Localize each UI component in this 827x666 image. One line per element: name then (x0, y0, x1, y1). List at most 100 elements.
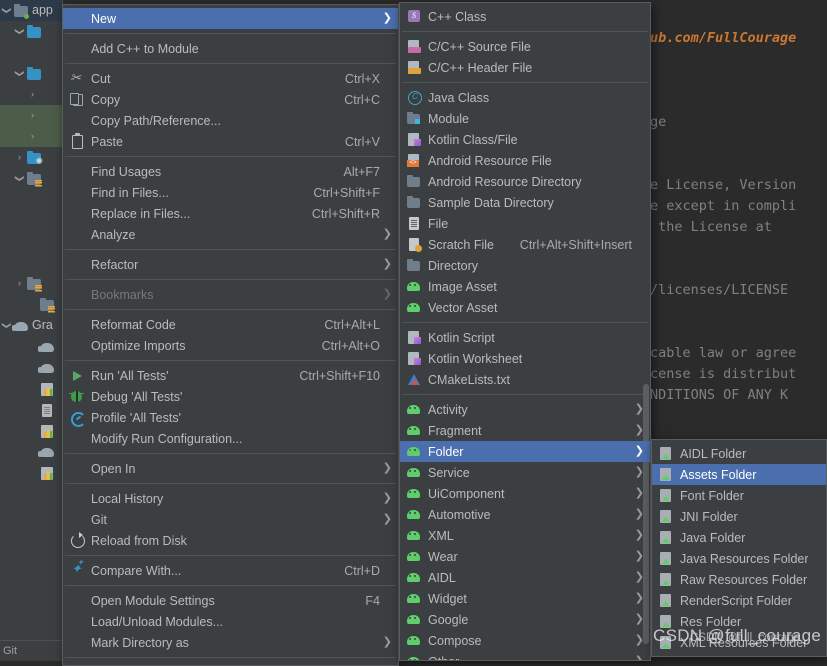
menu-item-aidl[interactable]: AIDL ❯ (400, 567, 650, 588)
tree-row[interactable] (0, 441, 62, 462)
menu-item-open-module-settings[interactable]: Open Module Settings F4 (63, 590, 398, 611)
menu-item-find-in-files[interactable]: Find in Files... Ctrl+Shift+F (63, 182, 398, 203)
tree-row[interactable]: ❯ app (0, 0, 62, 21)
menu-item-scratch-file[interactable]: Scratch File Ctrl+Alt+Shift+Insert (400, 234, 650, 255)
android-icon (406, 402, 424, 418)
tree-row[interactable] (0, 189, 62, 210)
menu-item-mark-directory-as[interactable]: Mark Directory as ❯ (63, 632, 398, 653)
tree-row[interactable] (0, 336, 62, 357)
menu-item-analyze[interactable]: Analyze ❯ (63, 224, 398, 245)
status-bar-git[interactable]: Git (0, 640, 62, 661)
res-folder-icon (658, 551, 676, 567)
tree-row[interactable] (0, 231, 62, 252)
menu-item-cut[interactable]: Cut Ctrl+X (63, 68, 398, 89)
menu-item-image-asset[interactable]: Image Asset (400, 276, 650, 297)
chevron-right-icon[interactable]: › (13, 273, 26, 294)
tree-row[interactable] (0, 252, 62, 273)
menu-item-xml[interactable]: XML ❯ (400, 525, 650, 546)
chevron-right-icon[interactable]: › (13, 147, 26, 168)
menu-item-refactor[interactable]: Refactor ❯ (63, 254, 398, 275)
menu-item-other[interactable]: Other❯ (400, 651, 650, 660)
tree-row[interactable]: › (0, 273, 62, 294)
tree-row[interactable]: ❯ (0, 21, 62, 42)
menu-item-load-unload-modules[interactable]: Load/Unload Modules... (63, 611, 398, 632)
tree-row[interactable]: › (0, 105, 62, 126)
menu-item-kotlin-worksheet[interactable]: Kotlin Worksheet (400, 348, 650, 369)
menu-item-replace-in-files[interactable]: Replace in Files... Ctrl+Shift+R (63, 203, 398, 224)
tree-row[interactable]: ❯ Gra (0, 315, 62, 336)
tree-row[interactable] (0, 294, 62, 315)
new-submenu[interactable]: S C++ Class C/C++ Source File C/C++ Header … (399, 2, 651, 661)
menu-item-modify-run-configuration[interactable]: Modify Run Configuration... (63, 428, 398, 449)
menu-item-service[interactable]: Service ❯ (400, 462, 650, 483)
tree-row[interactable] (0, 42, 62, 63)
menu-item-widget[interactable]: Widget ❯ (400, 588, 650, 609)
menu-item-c-c-header-file[interactable]: C/C++ Header File (400, 57, 650, 78)
menu-item-debug-all-tests[interactable]: Debug 'All Tests' (63, 386, 398, 407)
menu-item-run-all-tests[interactable]: Run 'All Tests' Ctrl+Shift+F10 (63, 365, 398, 386)
menu-item-xml-resources-folder[interactable]: XML Resources Folder (652, 632, 826, 653)
menu-item-renderscript-folder[interactable]: RenderScript Folder (652, 590, 826, 611)
menu-item-module[interactable]: Module (400, 108, 650, 129)
menu-item-compare-with[interactable]: Compare With... Ctrl+D (63, 558, 398, 581)
tree-row[interactable] (0, 210, 62, 231)
menu-item-raw-resources-folder[interactable]: Raw Resources Folder (652, 569, 826, 590)
menu-item-paste[interactable]: Paste Ctrl+V (63, 131, 398, 152)
menu-item-kotlin-class-file[interactable]: Kotlin Class/File (400, 129, 650, 150)
menu-item-google[interactable]: Google ❯ (400, 609, 650, 630)
tree-row[interactable]: › ✺ (0, 147, 62, 168)
menu-item-android-resource-directory[interactable]: Android Resource Directory (400, 171, 650, 192)
menu-item-folder[interactable]: Folder ❯ (400, 441, 650, 462)
menu-item-android-resource-file[interactable]: Android Resource File (400, 150, 650, 171)
menu-item-new[interactable]: New ❯ (63, 8, 398, 29)
tree-row[interactable] (0, 420, 62, 441)
menu-item-compose[interactable]: Compose ❯ (400, 630, 650, 651)
menu-item-sample-data-directory[interactable]: Sample Data Directory (400, 192, 650, 213)
menu-item-font-folder[interactable]: Font Folder (652, 485, 826, 506)
menu-item-reformat-code[interactable]: Reformat Code Ctrl+Alt+L (63, 314, 398, 335)
menu-item-vector-asset[interactable]: Vector Asset (400, 297, 650, 318)
menu-item-automotive[interactable]: Automotive ❯ (400, 504, 650, 525)
menu-item-local-history[interactable]: Local History ❯ (63, 488, 398, 509)
menu-item-copy-path-reference[interactable]: Copy Path/Reference... (63, 110, 398, 131)
project-tree-panel[interactable]: ❯ app ❯ ❯ › › › › ✺ ❯ › ❯ Gra Git (0, 0, 62, 661)
menu-item-file[interactable]: File (400, 213, 650, 234)
chevron-right-icon[interactable]: › (26, 126, 39, 147)
chevron-right-icon[interactable]: › (26, 84, 39, 105)
menu-item-copy[interactable]: Copy Ctrl+C (63, 89, 398, 110)
menu-item-directory[interactable]: Directory (400, 255, 650, 276)
tree-row[interactable] (0, 462, 62, 483)
tree-row[interactable] (0, 378, 62, 399)
project-context-menu[interactable]: New ❯ Add C++ to Module Cut Ctrl+X Copy Ctrl+C… (62, 4, 399, 666)
menu-item-kotlin-script[interactable]: Kotlin Script (400, 327, 650, 348)
menu-item-optimize-imports[interactable]: Optimize Imports Ctrl+Alt+O (63, 335, 398, 356)
chevron-right-icon[interactable]: › (26, 105, 39, 126)
menu-item-aidl-folder[interactable]: AIDL Folder (652, 443, 826, 464)
tree-row[interactable] (0, 357, 62, 378)
menu-item-uicomponent[interactable]: UiComponent ❯ (400, 483, 650, 504)
menu-item-git[interactable]: Git ❯ (63, 509, 398, 530)
menu-item-java-folder[interactable]: Java Folder (652, 527, 826, 548)
menu-item-java-resources-folder[interactable]: Java Resources Folder (652, 548, 826, 569)
menu-item-assets-folder[interactable]: Assets Folder (652, 464, 826, 485)
menu-item-jni-folder[interactable]: JNI Folder (652, 506, 826, 527)
tree-row[interactable] (0, 399, 62, 420)
menu-item-c-c-source-file[interactable]: C/C++ Source File (400, 36, 650, 57)
menu-item-java-class[interactable]: C Java Class (400, 87, 650, 108)
tree-row[interactable]: ❯ (0, 168, 62, 189)
menu-item-res-folder[interactable]: Res Folder (652, 611, 826, 632)
menu-item-add-c-to-module[interactable]: Add C++ to Module (63, 38, 398, 59)
tree-row[interactable]: ❯ (0, 63, 62, 84)
menu-item-fragment[interactable]: Fragment ❯ (400, 420, 650, 441)
menu-item-wear[interactable]: Wear ❯ (400, 546, 650, 567)
menu-item-profile-all-tests[interactable]: Profile 'All Tests' (63, 407, 398, 428)
tree-row[interactable]: › (0, 126, 62, 147)
tree-row[interactable]: › (0, 84, 62, 105)
menu-item-reload-from-disk[interactable]: Reload from Disk (63, 530, 398, 551)
menu-item-open-in[interactable]: Open In ❯ (63, 458, 398, 479)
menu-item-activity[interactable]: Activity ❯ (400, 399, 650, 420)
folder-submenu[interactable]: AIDL Folder Assets Folder Font Folder JNI F… (651, 439, 827, 657)
menu-item-cmakelists-txt[interactable]: CMakeLists.txt (400, 369, 650, 390)
menu-item-c-class[interactable]: S C++ Class (400, 6, 650, 27)
menu-item-find-usages[interactable]: Find Usages Alt+F7 (63, 161, 398, 182)
